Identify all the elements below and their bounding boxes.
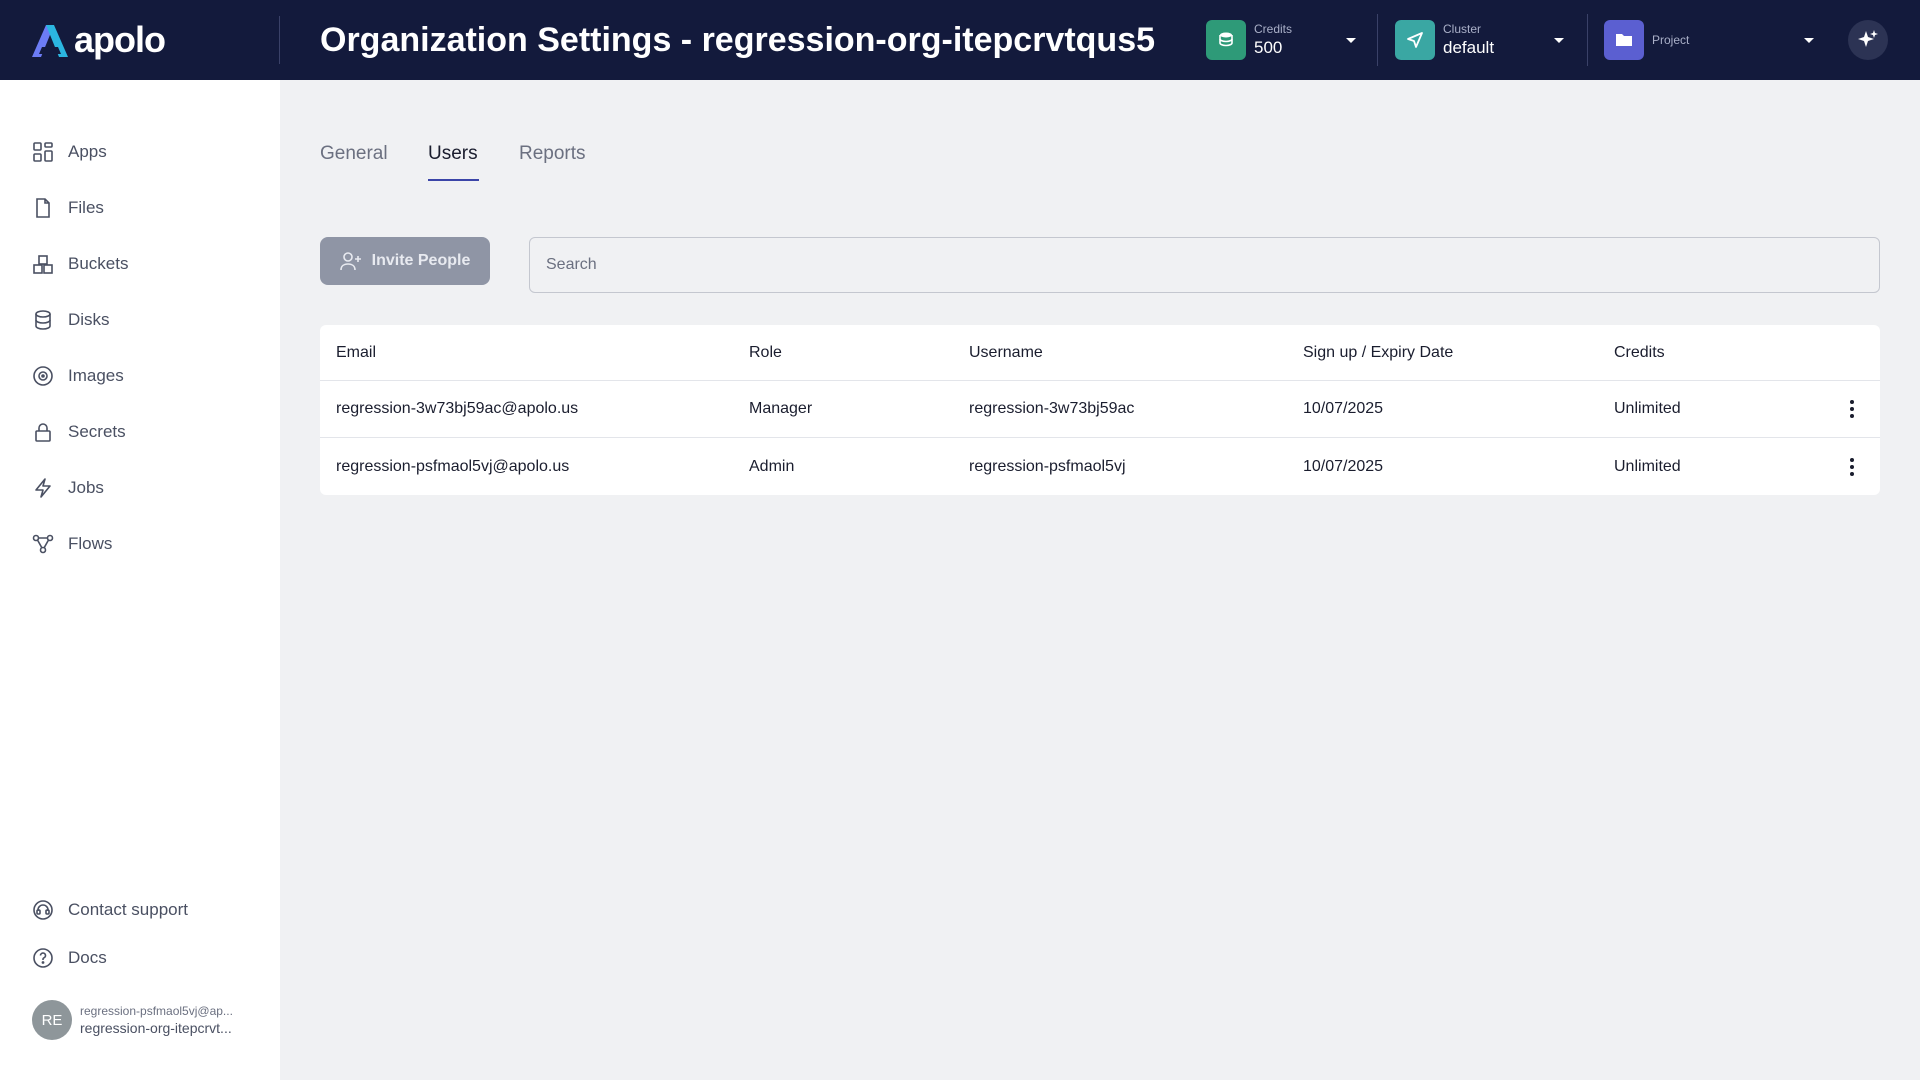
sidebar-item-files[interactable]: Files xyxy=(32,194,104,222)
table-header-row: Email Role Username Sign up / Expiry Dat… xyxy=(320,325,1880,381)
cell-date: 10/07/2025 xyxy=(1303,400,1384,417)
sidebar-item-secrets[interactable]: Secrets xyxy=(32,418,126,446)
sidebar-item-label: Docs xyxy=(68,948,107,967)
header-separator xyxy=(1377,14,1378,66)
sidebar-item-label: Secrets xyxy=(68,422,126,441)
invite-people-button[interactable]: Invite People xyxy=(320,237,490,285)
column-header-date[interactable]: Sign up / Expiry Date xyxy=(1303,325,1453,380)
more-vertical-icon xyxy=(1850,400,1854,418)
page-title: Organization Settings - regression-org-i… xyxy=(320,21,1156,59)
sidebar-item-label: Flows xyxy=(68,534,113,553)
more-vertical-icon xyxy=(1850,457,1854,476)
cell-role: Admin xyxy=(749,457,795,475)
header-divider xyxy=(279,16,280,64)
sidebar-item-label: Jobs xyxy=(68,478,104,497)
cluster-value: default xyxy=(1443,37,1495,57)
buckets-icon xyxy=(33,255,53,274)
sidebar-item-label: Disks xyxy=(68,310,110,329)
credits-label: Credits xyxy=(1254,21,1293,36)
active-tab-indicator xyxy=(428,179,479,181)
invite-people-label: Invite People xyxy=(371,252,471,269)
image-icon xyxy=(33,366,53,386)
chevron-down-icon xyxy=(1554,38,1564,43)
column-header-credits[interactable]: Credits xyxy=(1614,325,1665,380)
search-input[interactable] xyxy=(529,237,1880,293)
logo-text: apolo xyxy=(74,19,166,60)
cell-date: 10/07/2025 xyxy=(1303,457,1384,475)
cell-email: regression-psfmaol5vj@apolo.us xyxy=(336,457,570,475)
file-icon xyxy=(36,198,50,218)
sidebar-item-label: Buckets xyxy=(68,254,129,273)
folder-icon xyxy=(1604,20,1644,60)
sidebar-item-label: Files xyxy=(68,198,104,217)
cell-credits: Unlimited xyxy=(1614,400,1681,417)
sidebar-item-contact-support[interactable]: Contact support xyxy=(32,896,188,924)
tab-general[interactable]: General xyxy=(320,140,388,168)
cell-username: regression-psfmaol5vj xyxy=(969,457,1126,475)
tab-users[interactable]: Users xyxy=(428,140,478,168)
cell-credits: Unlimited xyxy=(1614,457,1681,475)
sidebar-item-label: Images xyxy=(68,366,124,385)
sidebar-item-images[interactable]: Images xyxy=(32,362,124,390)
row-menu-button[interactable] xyxy=(1840,438,1864,495)
sidebar-item-jobs[interactable]: Jobs xyxy=(32,474,104,502)
logo[interactable]: apolo xyxy=(32,18,166,62)
users-table: Email Role Username Sign up / Expiry Dat… xyxy=(320,325,1880,495)
flows-icon xyxy=(32,534,54,554)
credits-selector[interactable]: Credits 500 xyxy=(1206,16,1356,64)
table-row: regression-3w73bj59ac@apolo.us Manager r… xyxy=(320,381,1880,438)
cluster-selector[interactable]: Cluster default xyxy=(1395,16,1570,64)
project-label: Project xyxy=(1652,32,1690,47)
tab-reports[interactable]: Reports xyxy=(519,140,586,168)
add-user-icon xyxy=(339,252,361,271)
help-icon xyxy=(33,948,53,968)
header-separator xyxy=(1587,14,1588,66)
sidebar-item-apps[interactable]: Apps xyxy=(32,138,107,166)
row-menu-button[interactable] xyxy=(1840,381,1864,437)
headset-icon xyxy=(33,900,53,920)
column-header-role[interactable]: Role xyxy=(749,325,782,380)
avatar: RE xyxy=(32,1000,72,1040)
top-bar: apolo Organization Settings - regression… xyxy=(0,0,1920,80)
sidebar-item-disks[interactable]: Disks xyxy=(32,306,110,334)
send-icon xyxy=(1395,20,1435,60)
column-header-username[interactable]: Username xyxy=(969,325,1043,380)
sidebar-item-docs[interactable]: Docs xyxy=(32,944,107,972)
lightning-icon xyxy=(35,478,51,498)
coins-icon xyxy=(1206,20,1246,60)
chevron-down-icon xyxy=(1346,38,1356,43)
sidebar-item-flows[interactable]: Flows xyxy=(32,530,112,558)
cell-role: Manager xyxy=(749,400,813,417)
disk-icon xyxy=(35,310,51,330)
project-selector[interactable]: Project xyxy=(1604,16,1820,64)
user-email: regression-psfmaol5vj@ap... xyxy=(80,1004,233,1018)
sidebar: Apps Files Buckets Disks Images Secrets … xyxy=(0,80,280,1080)
apps-icon xyxy=(33,142,53,162)
apolo-logo-icon xyxy=(32,25,68,57)
cell-username: regression-3w73bj59ac xyxy=(969,400,1135,417)
chevron-down-icon xyxy=(1804,38,1814,43)
user-org: regression-org-itepcrvt... xyxy=(80,1020,232,1036)
sidebar-item-buckets[interactable]: Buckets xyxy=(32,250,128,278)
sidebar-item-label: Apps xyxy=(68,142,107,161)
user-menu[interactable]: RE regression-psfmaol5vj@ap... regressio… xyxy=(32,1000,260,1040)
sidebar-item-label: Contact support xyxy=(68,900,189,919)
lock-icon xyxy=(35,423,51,442)
cell-email: regression-3w73bj59ac@apolo.us xyxy=(336,400,579,417)
column-header-email[interactable]: Email xyxy=(336,325,376,380)
sparkle-icon xyxy=(1858,30,1878,47)
table-row: regression-psfmaol5vj@apolo.us Admin reg… xyxy=(320,438,1880,495)
ai-assistant-button[interactable] xyxy=(1848,20,1888,60)
cluster-label: Cluster xyxy=(1443,21,1482,36)
credits-value: 500 xyxy=(1254,37,1283,57)
